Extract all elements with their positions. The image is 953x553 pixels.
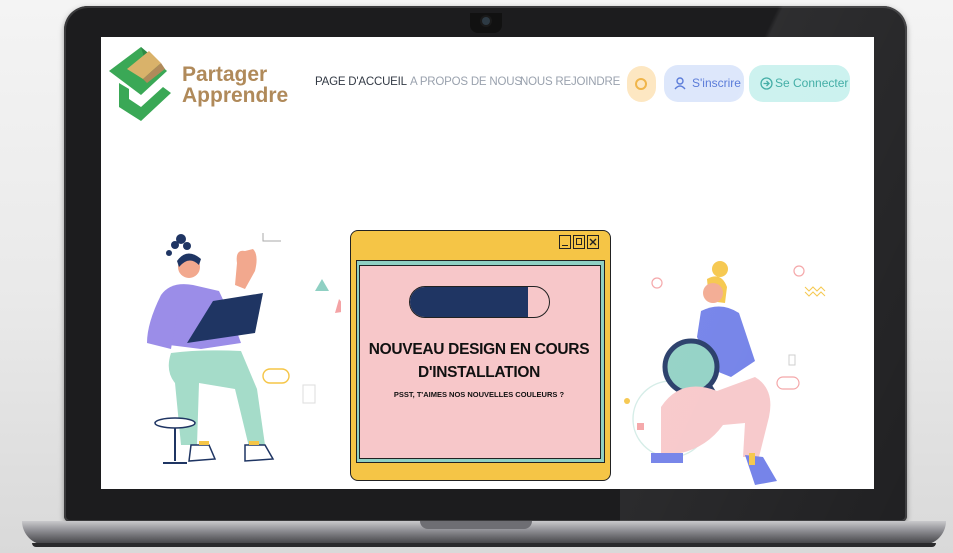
brand-name[interactable]: Partager Apprendre	[182, 64, 288, 106]
brand-line-1: Partager	[182, 63, 268, 86]
login-label: Se Connecter	[775, 76, 849, 90]
register-label: S'inscrire	[692, 76, 741, 90]
notice-subtitle: PSST, T'AIMES NOS NOUVELLES COULEURS ?	[393, 390, 565, 399]
nav-join[interactable]: NOUS REJOINDRE	[520, 76, 620, 88]
progress-bar	[409, 286, 550, 318]
person-with-magnifier-illustration	[624, 261, 826, 485]
close-icon	[587, 235, 599, 249]
user-icon	[674, 77, 686, 90]
login-button[interactable]: Se Connecter	[749, 65, 850, 102]
nav-home[interactable]: PAGE D'ACCUEIL	[315, 76, 407, 88]
laptop-base-shadow	[32, 543, 936, 547]
person-with-laptop-illustration	[147, 233, 341, 464]
logo-mortarboard-icon	[109, 47, 171, 121]
notice-title-line-2: D'INSTALLATION	[417, 364, 541, 381]
brand-line-2: Apprendre	[182, 84, 289, 107]
search-icon	[635, 78, 647, 90]
laptop-opening-notch	[420, 521, 532, 529]
webcam-icon	[482, 17, 490, 25]
maximize-icon	[573, 235, 585, 249]
login-arrow-icon	[760, 77, 773, 90]
register-button[interactable]: S'inscrire	[664, 65, 744, 102]
search-button[interactable]	[627, 66, 656, 102]
nav-about[interactable]: A PROPOS DE NOUS	[410, 76, 522, 88]
minimize-icon	[559, 235, 571, 249]
notice-title-line-1: NOUVEAU DESIGN EN COURS	[368, 341, 590, 358]
progress-fill	[410, 287, 529, 317]
browser-viewport: Partager Apprendre PAGE D'ACCUEIL A PROP…	[101, 37, 874, 489]
